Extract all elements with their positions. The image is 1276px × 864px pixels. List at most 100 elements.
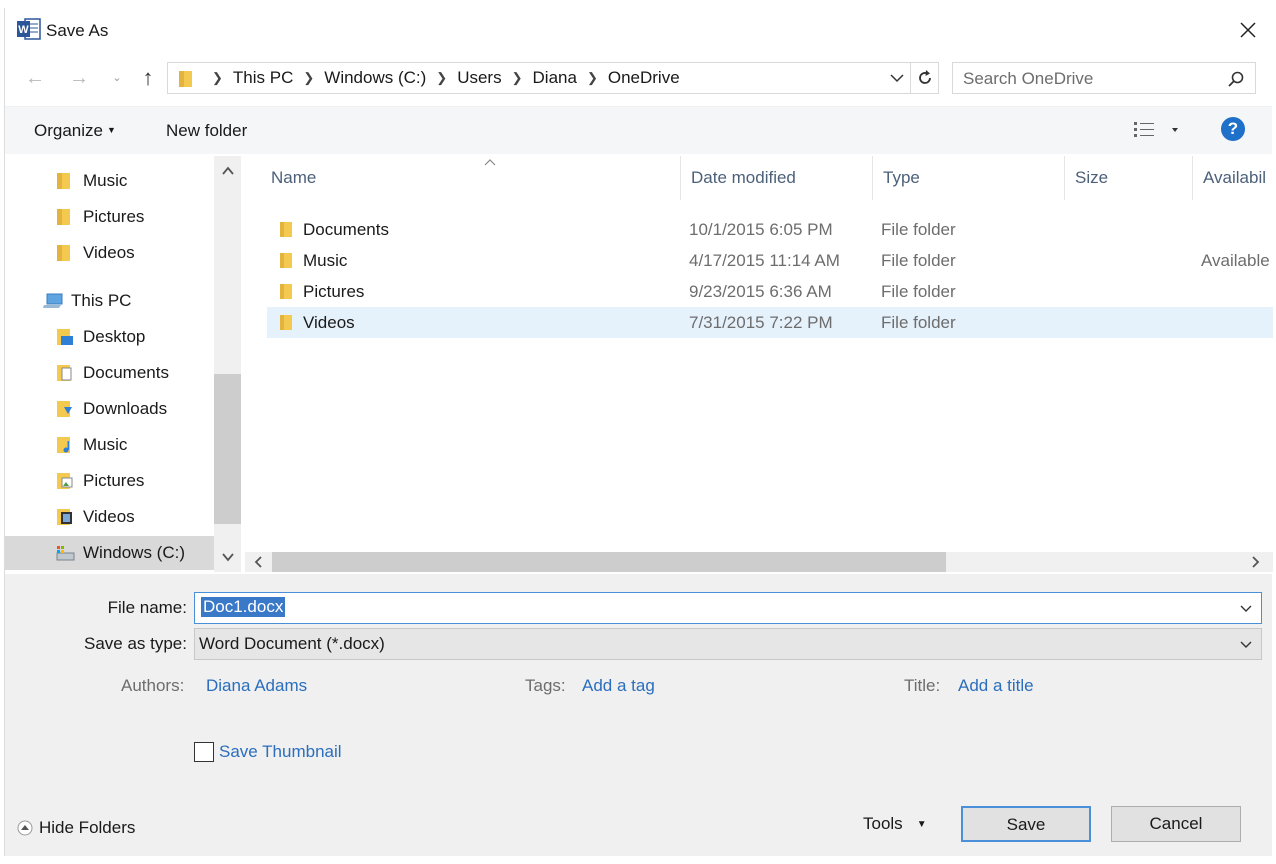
file-row-pictures[interactable]: Pictures 9/23/2015 6:36 AM File folder	[267, 276, 1273, 307]
breadcrumb-separator-icon[interactable]: ❯	[512, 70, 523, 86]
column-header-label: Availabil	[1203, 168, 1267, 187]
view-options-icon[interactable]	[1132, 119, 1180, 141]
search-icon[interactable]	[1227, 70, 1245, 88]
cancel-button[interactable]: Cancel	[1111, 806, 1241, 842]
hide-folders-button[interactable]: Hide Folders	[17, 818, 135, 838]
breadcrumb-windows-c[interactable]: Windows (C:)	[324, 68, 426, 88]
folder-icon	[280, 253, 292, 268]
file-name: Videos	[303, 313, 355, 332]
file-row-videos[interactable]: Videos 7/31/2015 7:22 PM File folder	[267, 307, 1273, 338]
folder-icon	[57, 173, 70, 189]
refresh-button[interactable]	[910, 63, 938, 93]
file-name: Pictures	[303, 282, 365, 301]
column-header-availability[interactable]: Availabil	[1193, 156, 1273, 200]
authors-field[interactable]: Diana Adams	[206, 676, 307, 696]
file-list-horizontal-scrollbar[interactable]	[245, 552, 1273, 572]
caret-down-icon: ▼	[916, 819, 927, 830]
column-header-date-modified[interactable]: Date modified	[681, 156, 873, 200]
breadcrumb-separator-icon[interactable]: ❯	[587, 70, 598, 86]
file-name-label: File name:	[107, 598, 187, 617]
collapse-up-icon	[17, 820, 33, 836]
help-button[interactable]: ?	[1221, 117, 1245, 141]
title-bar: W Save As	[5, 8, 1272, 54]
forward-arrow-icon[interactable]: →	[67, 66, 91, 90]
file-availability: Available	[1201, 251, 1270, 270]
navigation-pane-scrollbar[interactable]	[214, 156, 241, 572]
breadcrumb-separator-icon[interactable]: ❯	[303, 70, 314, 86]
tags-field[interactable]: Add a tag	[582, 676, 655, 696]
folder-icon	[280, 284, 292, 299]
search-input[interactable]: Search OneDrive	[952, 62, 1256, 94]
file-name: Music	[303, 251, 348, 270]
breadcrumb-diana[interactable]: Diana	[533, 68, 577, 88]
sidebar-item-label: Pictures	[83, 471, 145, 490]
word-app-icon: W	[17, 18, 41, 40]
column-header-label: Type	[883, 168, 920, 187]
column-header-type[interactable]: Type	[873, 156, 1065, 200]
column-header-name[interactable]: Name	[261, 156, 681, 200]
column-header-label: Date modified	[691, 168, 796, 187]
title-label: Title:	[904, 676, 941, 695]
new-folder-button[interactable]: New folder	[166, 121, 247, 141]
close-icon[interactable]	[1238, 20, 1258, 40]
file-name-field[interactable]: Doc1.docx	[194, 592, 1262, 624]
title-field[interactable]: Add a title	[958, 676, 1034, 696]
file-list: Name Date modified Type Size Availabil D…	[245, 156, 1273, 572]
scrollbar-thumb[interactable]	[214, 374, 241, 524]
music-folder-icon	[57, 437, 70, 453]
breadcrumb-separator-icon[interactable]: ❯	[436, 70, 447, 86]
sidebar-item-this-pc[interactable]: This PC	[43, 284, 241, 318]
tags-label: Tags:	[525, 676, 566, 695]
scroll-right-arrow-icon[interactable]	[1249, 556, 1261, 568]
organize-label: Organize	[34, 121, 103, 140]
sidebar-item-label: This PC	[71, 291, 132, 310]
file-row-documents[interactable]: Documents 10/1/2015 6:05 PM File folder	[267, 214, 1273, 245]
folder-icon	[57, 245, 70, 261]
scrollbar-thumb[interactable]	[272, 552, 946, 572]
recent-locations-chevron-icon[interactable]: ⌄	[105, 66, 129, 90]
scroll-down-arrow-icon[interactable]	[221, 550, 235, 564]
authors-label: Authors:	[121, 676, 185, 695]
chevron-down-icon[interactable]	[1239, 601, 1253, 615]
sidebar-item-label: Windows (C:)	[83, 543, 186, 562]
sidebar-item-label: Pictures	[83, 207, 145, 226]
file-name-value: Doc1.docx	[201, 597, 286, 617]
documents-folder-icon	[57, 365, 72, 381]
sidebar-item-label: Music	[83, 435, 128, 454]
file-date-modified: 10/1/2015 6:05 PM	[689, 220, 833, 239]
scroll-left-arrow-icon[interactable]	[253, 556, 265, 568]
breadcrumb-onedrive[interactable]: OneDrive	[608, 68, 680, 88]
scroll-up-arrow-icon[interactable]	[221, 164, 235, 178]
downloads-folder-icon	[57, 401, 72, 417]
organize-menu-button[interactable]: Organize ▼	[34, 121, 116, 141]
window-title: Save As	[46, 21, 109, 40]
folder-icon	[57, 209, 70, 225]
chevron-down-icon[interactable]	[888, 69, 906, 87]
sidebar-item-label: Downloads	[83, 399, 168, 418]
sidebar-item-windows-c[interactable]: Windows (C:)	[5, 536, 214, 570]
search-placeholder: Search OneDrive	[963, 69, 1094, 88]
folder-icon	[280, 315, 292, 330]
chevron-down-icon	[1240, 641, 1252, 648]
back-arrow-icon[interactable]: ←	[23, 66, 47, 90]
folder-icon	[280, 222, 292, 237]
svg-text:W: W	[18, 24, 29, 36]
save-options-panel: File name: Doc1.docx Save as type: Word …	[5, 574, 1272, 856]
save-thumbnail-checkbox[interactable]	[194, 742, 214, 762]
save-button[interactable]: Save	[961, 806, 1091, 842]
column-header-label: Name	[271, 168, 317, 187]
address-bar[interactable]: ❯ This PC ❯ Windows (C:) ❯ Users ❯ Diana…	[167, 62, 939, 94]
file-row-music[interactable]: Music 4/17/2015 11:14 AM File folder Ava…	[267, 245, 1273, 276]
breadcrumb-users[interactable]: Users	[457, 68, 501, 88]
save-as-type-dropdown[interactable]: Word Document (*.docx)	[194, 628, 1262, 660]
breadcrumb-this-pc[interactable]: This PC	[233, 68, 293, 88]
save-thumbnail-label[interactable]: Save Thumbnail	[219, 742, 342, 762]
column-header-label: Size	[1075, 168, 1109, 187]
breadcrumb: ❯ This PC ❯ Windows (C:) ❯ Users ❯ Diana…	[202, 63, 680, 93]
column-header-size[interactable]: Size	[1065, 156, 1193, 200]
up-arrow-icon[interactable]: ↑	[136, 66, 160, 90]
sidebar-item-label: Music	[83, 171, 128, 190]
tools-menu-button[interactable]: Tools ▼	[863, 814, 927, 834]
desktop-folder-icon	[57, 329, 73, 345]
save-as-type-label: Save as type:	[83, 634, 187, 653]
